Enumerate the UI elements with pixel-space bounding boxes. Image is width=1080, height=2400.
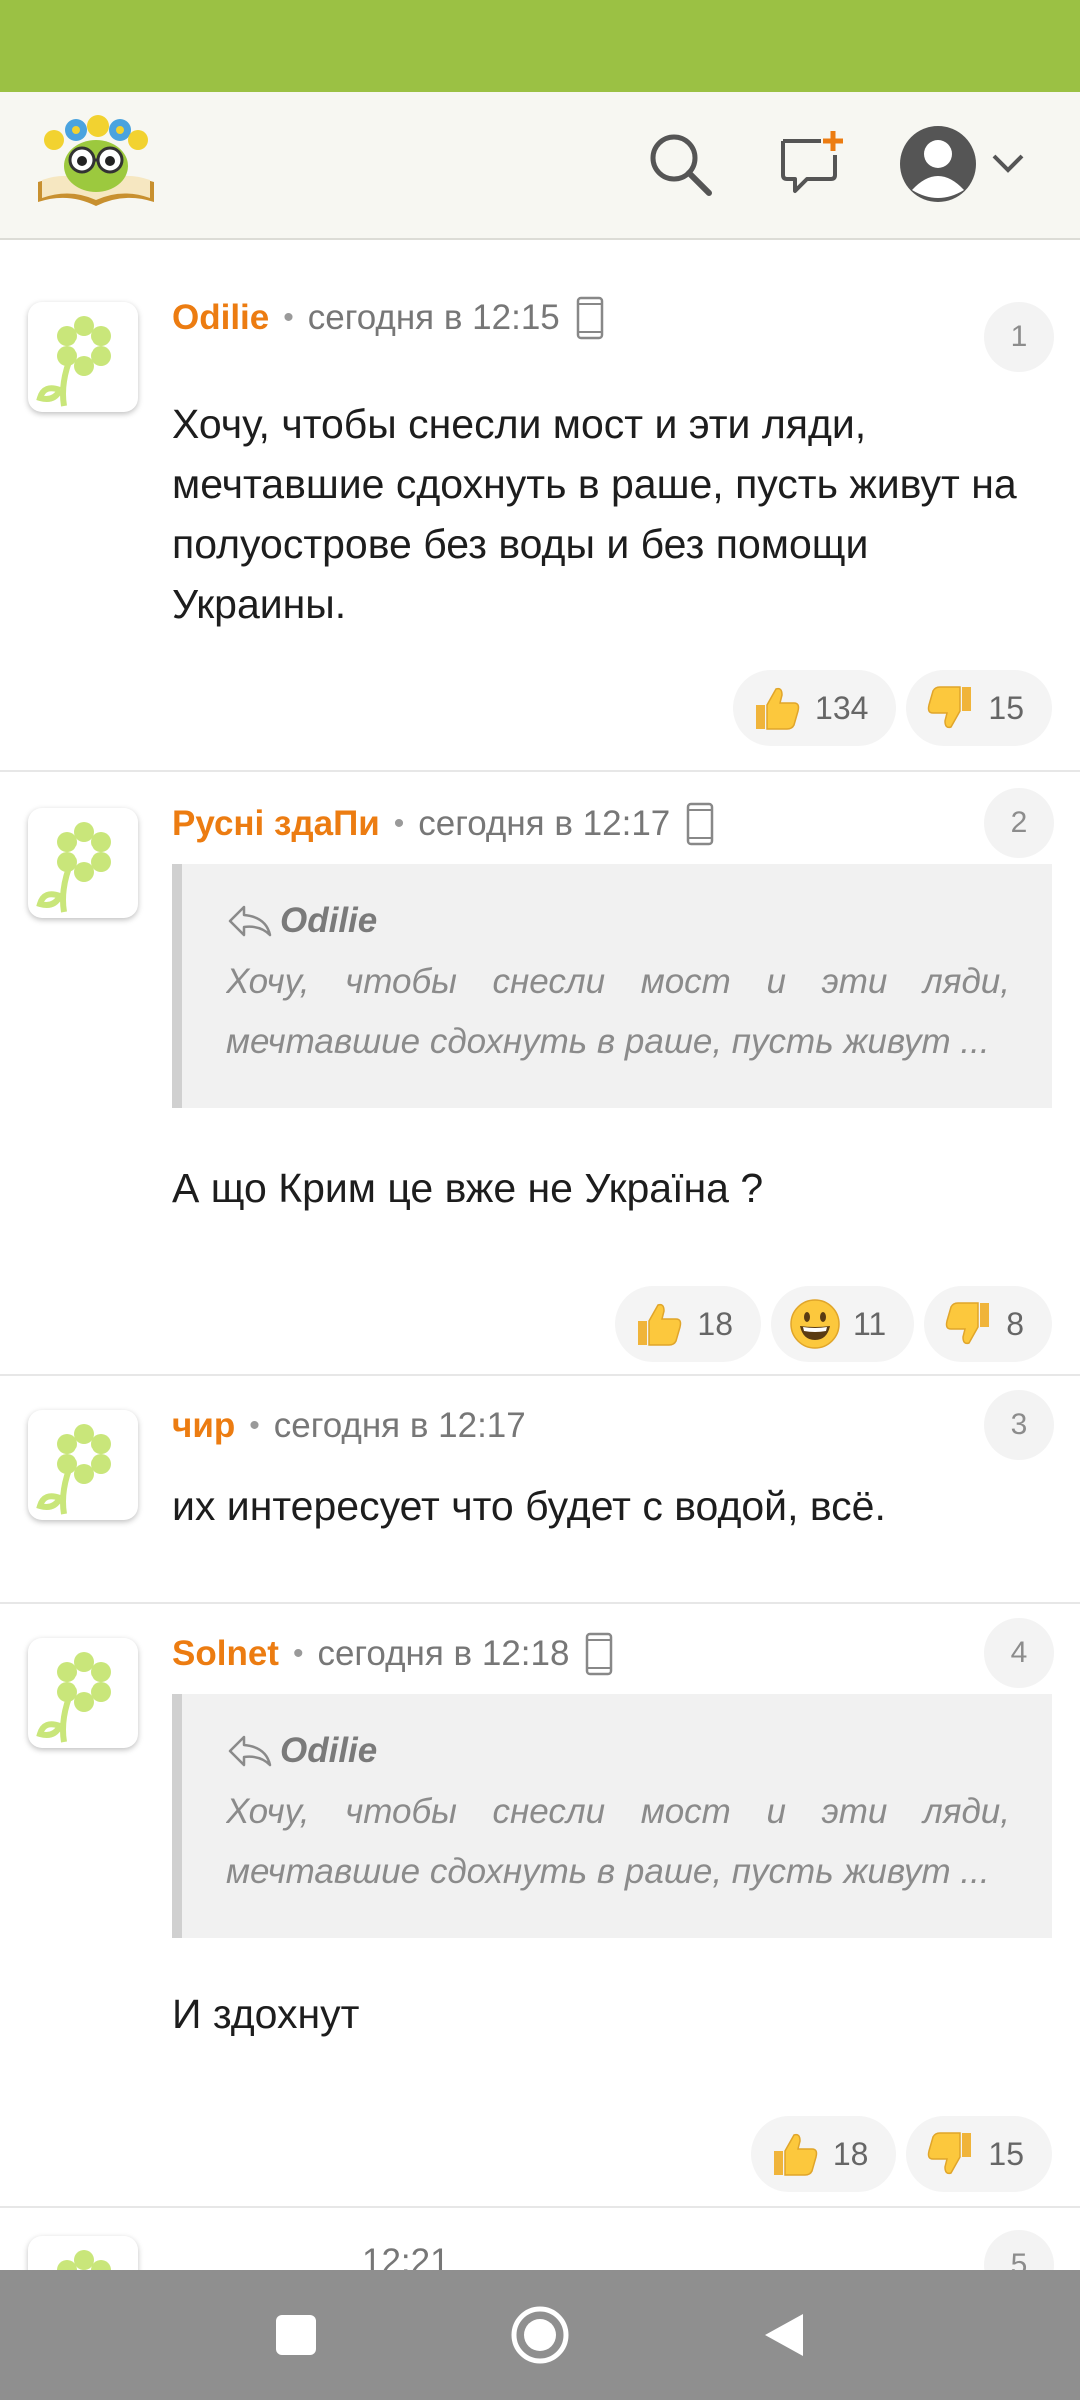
comment-meta: Русні здаПи • сегодня в 12:17: [172, 796, 714, 852]
separator-dot: •: [292, 1637, 304, 1670]
comment-text: И здохнут: [172, 1991, 360, 2037]
comment-number[interactable]: 2: [984, 788, 1054, 858]
comment-meta: чир • сегодня в 12:17: [172, 1398, 526, 1454]
thumbs-down-icon: [940, 1296, 996, 1352]
thumbs-up-reaction[interactable]: 18: [750, 2116, 897, 2192]
thumbs-up-reaction[interactable]: 18: [615, 1286, 761, 1362]
comment-3: чир • сегодня в 12:17 3 их интересует чт…: [0, 1376, 1080, 1604]
thumbs-up-icon: [631, 1296, 687, 1352]
comment-time: сегодня в 12:17: [418, 804, 671, 843]
comment-meta: Odilie • сегодня в 12:15: [172, 290, 604, 346]
comment-number[interactable]: 1: [984, 302, 1054, 372]
reactions: 18 11 8: [615, 1286, 1052, 1362]
thumbs-up-icon: [767, 2126, 823, 2182]
quote-block[interactable]: Odilie Хочу, чтобы снесли мост и эти ляд…: [172, 864, 1052, 1108]
comment-1: Odilie • сегодня в 12:15 1 Хочу, чтобы с…: [0, 240, 1080, 772]
comment-number[interactable]: 5: [984, 2230, 1054, 2270]
separator-dot: •: [283, 301, 294, 334]
comment-number[interactable]: 4: [984, 1618, 1054, 1688]
reply-arrow-icon: [228, 1735, 272, 1767]
comment-5: 12:21 5: [0, 2208, 1080, 2270]
comment-time: 12:21: [362, 2242, 450, 2270]
comment-text: А що Крим це вже не Україна ?: [172, 1165, 764, 1211]
reaction-count: 15: [988, 2135, 1024, 2172]
quote-block[interactable]: Odilie Хочу, чтобы снесли мост и эти ляд…: [172, 1694, 1052, 1938]
thumbs-down-reaction[interactable]: 8: [924, 1286, 1052, 1362]
flower-avatar-icon: [36, 1652, 111, 1743]
quote-author: Odilie: [280, 1731, 378, 1770]
mobile-device-icon: [686, 802, 714, 846]
flower-avatar-icon: [36, 822, 111, 913]
search-icon: [650, 134, 712, 196]
comment-2: Русні здаПи • сегодня в 12:17 2 Odilie Х…: [0, 772, 1080, 1376]
app-header: [0, 92, 1080, 240]
profile-menu-button[interactable]: [898, 122, 1028, 206]
quote-author: Odilie: [280, 901, 378, 940]
separator-dot: •: [393, 807, 405, 840]
flower-avatar-icon: [36, 316, 111, 407]
user-avatar[interactable]: [28, 1410, 138, 1520]
user-avatar[interactable]: [28, 808, 138, 918]
quote-header: Odilie: [226, 896, 1010, 946]
user-avatar[interactable]: [28, 1638, 138, 1748]
back-icon: [765, 2314, 803, 2356]
comment-4: Solnet • сегодня в 12:18 4 Odilie Хочу, …: [0, 1604, 1080, 2208]
comment-author[interactable]: Solnet: [172, 1634, 279, 1674]
comment-number[interactable]: 3: [984, 1390, 1054, 1460]
mobile-device-icon: [585, 1632, 613, 1676]
reactions: 134 15: [733, 670, 1052, 746]
comment-text: их интересует что будет с водой, всё.: [172, 1483, 886, 1529]
grinning-face-icon: [787, 1296, 843, 1352]
recent-apps-button[interactable]: [256, 2295, 336, 2375]
recent-apps-icon: [276, 2315, 316, 2355]
search-button[interactable]: [638, 122, 722, 206]
comments-list: Odilie • сегодня в 12:15 1 Хочу, чтобы с…: [0, 240, 1080, 2270]
home-icon: [511, 2306, 569, 2364]
reactions: 18 15: [750, 2116, 1052, 2192]
thumbs-up-icon: [749, 680, 805, 736]
new-post-button[interactable]: [770, 122, 854, 206]
flower-avatar-icon: [57, 2250, 111, 2270]
thumbs-down-icon: [922, 2126, 978, 2182]
comment-time: сегодня в 12:18: [317, 1634, 570, 1673]
back-button[interactable]: [744, 2295, 824, 2375]
reaction-count: 18: [832, 2135, 869, 2172]
thumbs-down-reaction[interactable]: 15: [906, 2116, 1052, 2192]
profile-avatar-icon: [900, 126, 976, 202]
reply-arrow-icon: [228, 905, 272, 937]
quote-text: Хочу, чтобы снесли мост и эти ляди, мечт…: [226, 962, 1010, 1061]
reaction-count: 8: [1006, 1305, 1024, 1342]
new-post-icon: [781, 131, 843, 193]
reaction-count: 18: [697, 1305, 733, 1342]
thumbs-down-reaction[interactable]: 15: [906, 670, 1052, 746]
home-button[interactable]: [500, 2295, 580, 2375]
reaction-count: 134: [815, 689, 869, 726]
chevron-down-icon: [992, 154, 1024, 173]
quote-text: Хочу, чтобы снесли мост и эти ляди, мечт…: [226, 1792, 1010, 1891]
comment-text: Хочу, чтобы снесли мост и эти ляди, мечт…: [172, 401, 1017, 627]
thumbs-up-reaction[interactable]: 134: [733, 670, 897, 746]
comment-author[interactable]: Odilie: [172, 298, 269, 338]
comment-author[interactable]: Русні здаПи: [172, 804, 380, 844]
reaction-count: 11: [852, 1305, 887, 1342]
flower-avatar-icon: [36, 1424, 111, 1515]
comment-meta: 12:21: [172, 2234, 450, 2270]
thumbs-down-icon: [922, 680, 978, 736]
quote-header: Odilie: [226, 1726, 1010, 1776]
comment-meta: Solnet • сегодня в 12:18: [172, 1626, 613, 1682]
mobile-device-icon: [576, 296, 604, 340]
user-avatar[interactable]: [28, 302, 138, 412]
comment-author[interactable]: чир: [172, 1406, 235, 1446]
grinning-reaction[interactable]: 11: [770, 1286, 915, 1362]
comment-time: сегодня в 12:17: [273, 1406, 526, 1445]
status-bar: [0, 0, 1080, 92]
comment-time: сегодня в 12:15: [307, 298, 560, 337]
separator-dot: •: [249, 1409, 260, 1442]
user-avatar[interactable]: [28, 2236, 138, 2270]
system-nav-bar: [0, 2270, 1080, 2400]
reaction-count: 15: [988, 689, 1024, 726]
site-logo[interactable]: [32, 110, 160, 216]
